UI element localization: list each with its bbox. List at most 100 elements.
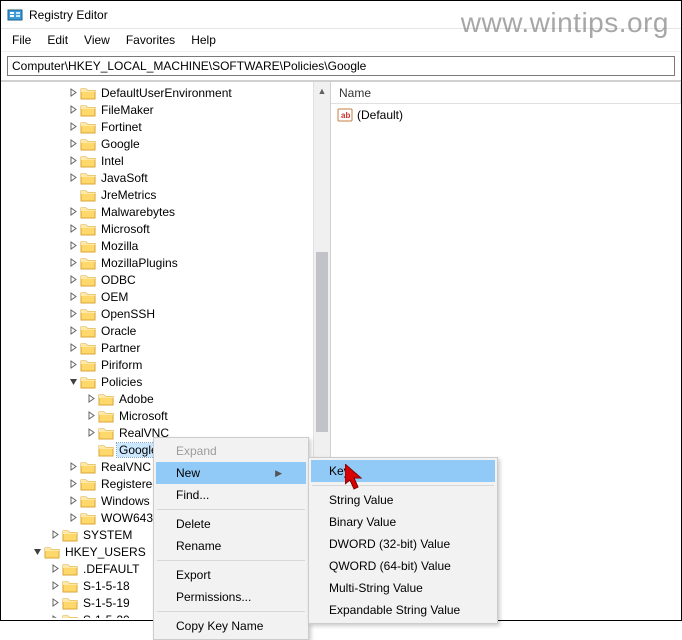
tree-item-piriform[interactable]: Piriform (1, 356, 330, 373)
tree-item-label: ODBC (99, 273, 138, 287)
folder-icon (98, 392, 114, 406)
ctx-rename[interactable]: Rename (156, 535, 306, 557)
submenu-key[interactable]: Key (311, 460, 495, 482)
expand-right-icon[interactable] (67, 138, 79, 150)
scroll-up-button[interactable]: ▲ (314, 82, 330, 99)
list-body: ab (Default) (331, 104, 681, 126)
expand-right-icon[interactable] (49, 563, 61, 575)
ctx-export[interactable]: Export (156, 564, 306, 586)
submenu-binary-value[interactable]: Binary Value (311, 511, 495, 533)
ctx-delete[interactable]: Delete (156, 513, 306, 535)
tree-item-intel[interactable]: Intel (1, 152, 330, 169)
expand-right-icon[interactable] (67, 155, 79, 167)
tree-item-label: Piriform (99, 358, 144, 372)
expand-right-icon[interactable] (85, 410, 97, 422)
tree-item-label: .DEFAULT (81, 562, 141, 576)
tree-item-jremetrics[interactable]: JreMetrics (1, 186, 330, 203)
scroll-thumb[interactable] (316, 252, 328, 432)
expand-right-icon[interactable] (67, 478, 79, 490)
tree-item-javasoft[interactable]: JavaSoft (1, 169, 330, 186)
tree-item-openssh[interactable]: OpenSSH (1, 305, 330, 322)
expand-right-icon[interactable] (67, 359, 79, 371)
submenu-multi-string-value[interactable]: Multi-String Value (311, 577, 495, 599)
expand-right-icon[interactable] (67, 308, 79, 320)
expand-right-icon[interactable] (67, 104, 79, 116)
submenu-item-label: Key (329, 464, 350, 478)
tree-item-fortinet[interactable]: Fortinet (1, 118, 330, 135)
ctx-new[interactable]: New▶ (156, 462, 306, 484)
tree-item-defaultuserenvironment[interactable]: DefaultUserEnvironment (1, 84, 330, 101)
list-header[interactable]: Name (331, 82, 681, 104)
expand-right-icon[interactable] (67, 342, 79, 354)
folder-icon (98, 443, 114, 457)
expand-right-icon[interactable] (67, 291, 79, 303)
expand-right-icon[interactable] (49, 597, 61, 609)
expand-down-icon[interactable] (67, 376, 79, 388)
submenu-expandable-string-value[interactable]: Expandable String Value (311, 599, 495, 621)
folder-icon (80, 154, 96, 168)
tree-item-microsoft[interactable]: Microsoft (1, 220, 330, 237)
tree-item-mozilla[interactable]: Mozilla (1, 237, 330, 254)
tree-item-label: Oracle (99, 324, 138, 338)
submenu-string-value[interactable]: String Value (311, 489, 495, 511)
ctx-permissions-[interactable]: Permissions... (156, 586, 306, 608)
expand-right-icon[interactable] (67, 189, 79, 201)
tree-item-mozillaplugins[interactable]: MozillaPlugins (1, 254, 330, 271)
submenu-qword-64-bit-value[interactable]: QWORD (64-bit) Value (311, 555, 495, 577)
tree-item-odbc[interactable]: ODBC (1, 271, 330, 288)
expand-right-icon[interactable] (67, 495, 79, 507)
tree-item-malwarebytes[interactable]: Malwarebytes (1, 203, 330, 220)
menu-view[interactable]: View (77, 31, 117, 49)
tree-item-google[interactable]: Google (1, 135, 330, 152)
folder-icon (62, 579, 78, 593)
tree-item-adobe[interactable]: Adobe (1, 390, 330, 407)
expand-right-icon[interactable] (67, 240, 79, 252)
submenu-item-label: Expandable String Value (329, 603, 460, 617)
tree-item-filemaker[interactable]: FileMaker (1, 101, 330, 118)
tree-item-label: Registered (99, 477, 161, 491)
expand-right-icon[interactable] (67, 87, 79, 99)
submenu-dword-32-bit-value[interactable]: DWORD (32-bit) Value (311, 533, 495, 555)
expand-right-icon[interactable] (67, 223, 79, 235)
column-name[interactable]: Name (331, 83, 681, 103)
expand-right-icon[interactable] (85, 427, 97, 439)
list-row-default[interactable]: ab (Default) (331, 106, 681, 124)
menu-favorites[interactable]: Favorites (119, 31, 182, 49)
tree-item-microsoft[interactable]: Microsoft (1, 407, 330, 424)
expand-right-icon[interactable] (67, 325, 79, 337)
tree-item-oracle[interactable]: Oracle (1, 322, 330, 339)
ctx-separator (157, 611, 305, 612)
folder-icon (80, 239, 96, 253)
folder-icon (80, 375, 96, 389)
tree-item-oem[interactable]: OEM (1, 288, 330, 305)
expand-right-icon[interactable] (85, 393, 97, 405)
list-item-name: (Default) (357, 108, 403, 122)
expand-right-icon[interactable] (67, 274, 79, 286)
window-title: Registry Editor (29, 8, 108, 22)
expand-right-icon[interactable] (49, 580, 61, 592)
ctx-copy-key-name[interactable]: Copy Key Name (156, 615, 306, 637)
expand-right-icon[interactable] (67, 121, 79, 133)
ctx-find-[interactable]: Find... (156, 484, 306, 506)
tree-item-policies[interactable]: Policies (1, 373, 330, 390)
expand-right-icon[interactable] (67, 206, 79, 218)
expand-down-icon[interactable] (31, 546, 43, 558)
folder-icon (80, 290, 96, 304)
menu-edit[interactable]: Edit (40, 31, 75, 49)
expand-right-icon[interactable] (49, 614, 61, 619)
tree-item-partner[interactable]: Partner (1, 339, 330, 356)
tree-item-label: SYSTEM (81, 528, 134, 542)
expand-right-icon[interactable] (67, 512, 79, 524)
address-path[interactable]: \HKEY_LOCAL_MACHINE\SOFTWARE\Policies\Go… (65, 59, 367, 73)
expand-right-icon[interactable] (67, 461, 79, 473)
tree-item-label: Fortinet (99, 120, 144, 134)
menu-file[interactable]: File (5, 31, 38, 49)
context-submenu-new[interactable]: Key String ValueBinary ValueDWORD (32-bit… (308, 457, 498, 624)
expand-right-icon[interactable] (67, 172, 79, 184)
context-menu[interactable]: ExpandNew▶Find...DeleteRenameExportPermi… (153, 437, 309, 640)
expand-right-icon[interactable] (85, 444, 97, 456)
expand-right-icon[interactable] (67, 257, 79, 269)
menu-help[interactable]: Help (184, 31, 223, 49)
ctx-item-label: Copy Key Name (176, 619, 263, 633)
expand-right-icon[interactable] (49, 529, 61, 541)
